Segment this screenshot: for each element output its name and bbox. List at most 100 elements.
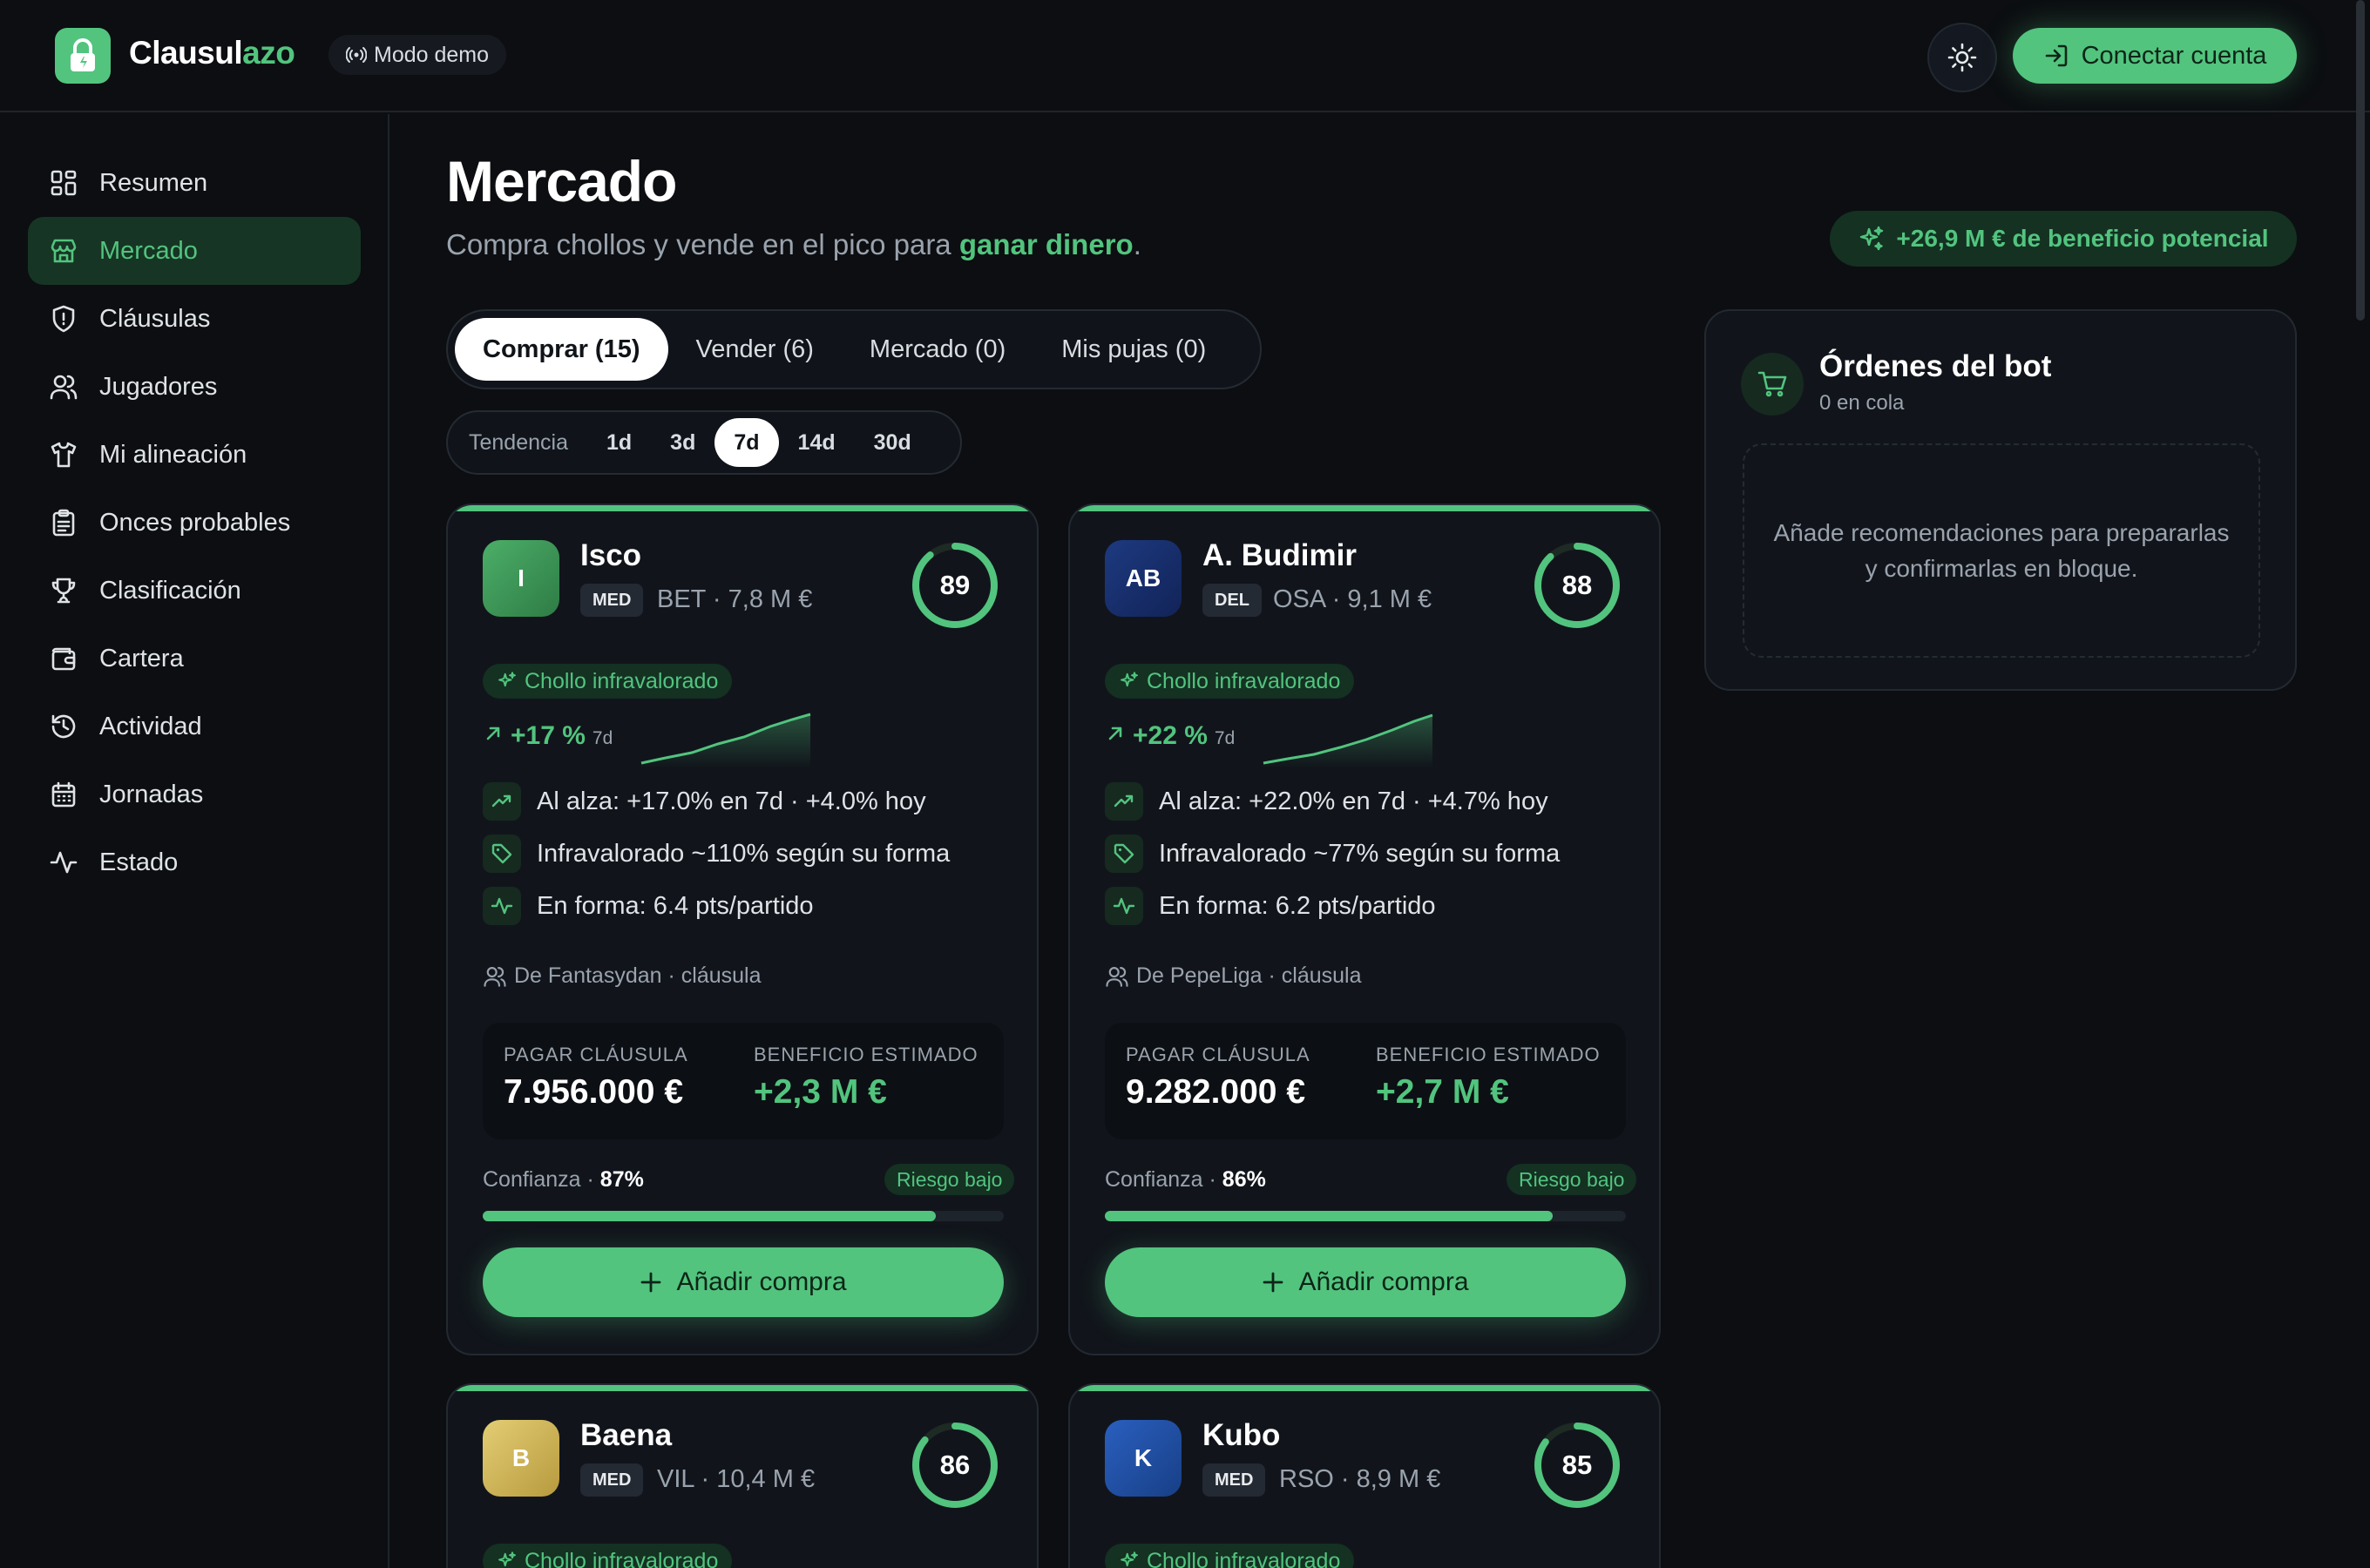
page-scrollbar[interactable] [2356,0,2365,321]
profit-value: +2,7 M € [1376,1073,1509,1111]
bot-orders-panel: Órdenes del bot 0 en cola Añade recomend… [1704,309,2297,691]
card-accent-bar [1070,1385,1659,1391]
sun-icon [1947,43,1977,72]
reason-trend: Al alza: +22.0% en 7d · +4.7% hoy [1105,782,1548,821]
add-purchase-button[interactable]: Añadir compra [483,1247,1004,1317]
reason-form: En forma: 6.4 pts/partido [483,887,814,925]
score-value: 86 [939,1450,971,1480]
player-name[interactable]: Isco [580,538,641,573]
sidebar-item-jugadores[interactable]: Jugadores [28,353,361,421]
player-name[interactable]: Baena [580,1418,672,1453]
shield-icon [52,305,75,333]
sidebar-item-cartera[interactable]: Cartera [28,625,361,693]
profit-label: BENEFICIO ESTIMADO [1376,1044,1601,1065]
sidebar-item-label: Actividad [99,712,202,740]
sidebar-item-label: Cláusulas [99,304,211,333]
grid-icon [51,170,77,196]
trend-period-selector: Tendencia 1d 3d 7d 14d 30d [446,410,962,475]
chollo-badge: Chollo infravalorado [1105,1544,1355,1568]
sidebar-item-label: Jugadores [99,372,218,401]
sidebar-item-resumen[interactable]: Resumen [28,149,361,217]
tab-mercado[interactable]: Mercado (0) [842,318,1033,381]
arrow-up-right-icon [1108,727,1122,740]
bot-orders-count: 0 en cola [1819,391,1905,415]
add-purchase-button[interactable]: Añadir compra [1105,1247,1626,1317]
trend-option-14d[interactable]: 14d [779,418,855,467]
confidence-label: Confianza · 87% [483,1167,644,1192]
confidence-bar [483,1211,1004,1221]
shirt-icon [51,442,77,468]
sparkline-chart [1263,713,1433,768]
bot-orders-empty-state: Añade recomendaciones para prepararlas y… [1743,443,2260,658]
sidebar-item-label: Cartera [99,644,184,672]
tab-mis-pujas[interactable]: Mis pujas (0) [1033,318,1234,381]
player-card-baena: B Baena MED VIL · 10,4 M € 86 Chollo inf… [446,1383,1039,1568]
price-box: PAGAR CLÁUSULA 7.956.000 € BENEFICIO EST… [483,1023,1004,1139]
theme-toggle-button[interactable] [1927,23,1997,92]
market-tabs: Comprar (15) Vender (6) Mercado (0) Mis … [446,309,1262,389]
tab-vender[interactable]: Vender (6) [668,318,842,381]
pay-value: 7.956.000 € [504,1073,684,1111]
reason-undervalued: Infravalorado ~110% según su forma [483,835,950,873]
confidence-label: Confianza · 86% [1105,1167,1266,1192]
sidebar: Resumen Mercado Cláusulas Jugadores Mi a… [0,114,389,1568]
sidebar-item-label: Mercado [99,236,198,265]
sidebar-item-clasificacion[interactable]: Clasificación [28,557,361,625]
score-value: 85 [1561,1450,1593,1480]
score-value: 89 [939,570,971,600]
potential-profit-text: +26,9 M € de beneficio potencial [1896,225,2269,252]
tab-comprar[interactable]: Comprar (15) [455,318,668,381]
sidebar-item-actividad[interactable]: Actividad [28,693,361,760]
position-badge: MED [1202,1463,1266,1497]
profit-label: BENEFICIO ESTIMADO [754,1044,978,1065]
position-badge: MED [580,1463,644,1497]
sparkline-chart [640,713,811,768]
profit-value: +2,3 M € [754,1073,887,1111]
trophy-icon [51,578,76,604]
score-value: 88 [1561,570,1593,600]
player-card-kubo: K Kubo MED RSO · 8,9 M € 85 Chollo infra… [1068,1383,1661,1568]
trend-option-1d[interactable]: 1d [587,418,651,467]
risk-badge: Riesgo bajo [1507,1164,1637,1195]
seller-info: De PepeLiga · cláusula [1105,963,1362,989]
chollo-badge: Chollo infravalorado [483,664,733,699]
top-bar: Clausulazo Modo demo Conectar cuenta [0,0,2370,112]
sidebar-item-estado[interactable]: Estado [28,828,361,896]
trend-option-7d[interactable]: 7d [714,418,779,467]
player-name[interactable]: Kubo [1202,1418,1280,1453]
player-name[interactable]: A. Budimir [1202,538,1357,573]
team-value: VIL · 10,4 M € [657,1465,816,1493]
users-icon [50,375,78,400]
trend-percentage: +22 % 7d [1105,721,1235,751]
sidebar-item-clausulas[interactable]: Cláusulas [28,285,361,353]
trend-label: Tendencia [469,429,568,455]
activity-icon [1113,897,1135,915]
score-ring: 85 [1532,1420,1622,1511]
reason-trend: Al alza: +17.0% en 7d · +4.0% hoy [483,782,926,821]
lock-logo-icon[interactable] [55,28,111,84]
activity-icon [491,897,513,915]
sparkles-icon [498,672,516,687]
trend-option-3d[interactable]: 3d [651,418,714,467]
team-value: BET · 7,8 M € [657,585,813,613]
avatar: B [483,1420,559,1497]
score-ring: 86 [910,1420,1000,1511]
sidebar-item-mercado[interactable]: Mercado [28,217,361,285]
card-accent-bar [1070,505,1659,511]
tag-icon [491,843,512,864]
clipboard-icon [52,509,75,537]
users-icon [484,966,506,987]
connect-account-button[interactable]: Conectar cuenta [2013,28,2297,84]
sidebar-item-mi-alineacion[interactable]: Mi alineación [28,421,361,489]
trending-up-icon [1114,794,1134,808]
pay-label: PAGAR CLÁUSULA [1126,1044,1310,1065]
calendar-icon [51,781,76,808]
sidebar-item-jornadas[interactable]: Jornadas [28,760,361,828]
score-ring: 89 [910,540,1000,631]
sidebar-item-onces-probables[interactable]: Onces probables [28,489,361,557]
pay-value: 9.282.000 € [1126,1073,1306,1111]
activity-icon [50,851,78,874]
trend-option-30d[interactable]: 30d [855,418,931,467]
users-icon [1106,966,1128,987]
brand-name[interactable]: Clausulazo [129,35,295,71]
